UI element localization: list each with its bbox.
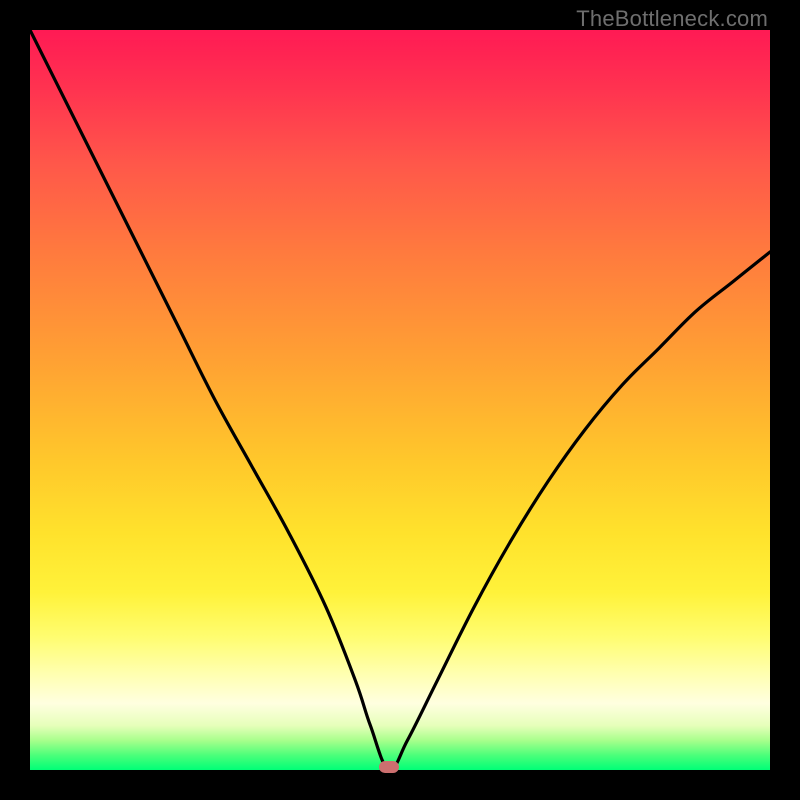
watermark-text: TheBottleneck.com (576, 6, 768, 32)
bottleneck-curve (30, 30, 770, 770)
curve-svg (30, 30, 770, 770)
optimal-marker (379, 761, 399, 773)
plot-area (30, 30, 770, 770)
chart-frame: TheBottleneck.com (0, 0, 800, 800)
